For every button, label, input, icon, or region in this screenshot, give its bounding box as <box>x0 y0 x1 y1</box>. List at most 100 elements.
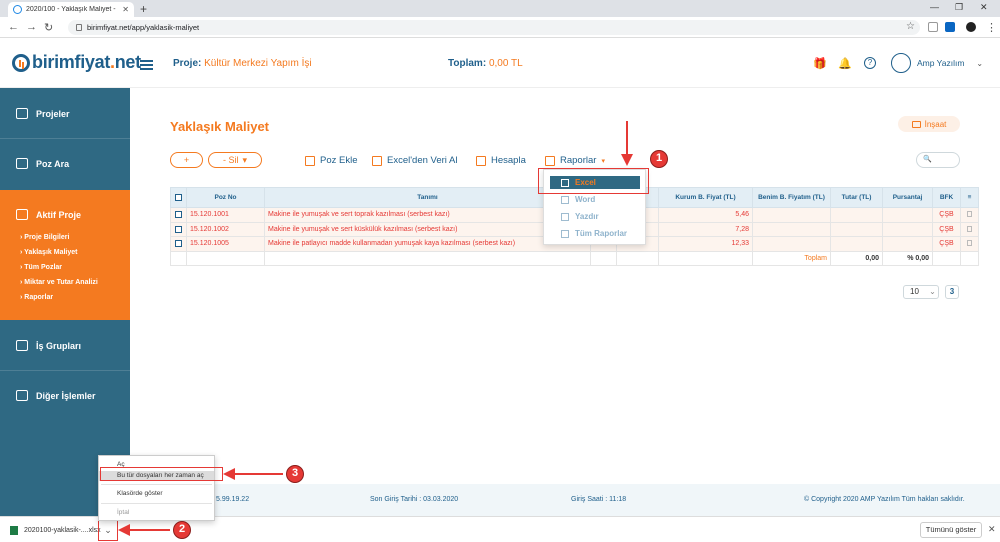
window-close-button[interactable]: ✕ <box>980 2 988 13</box>
poz-no-cell[interactable]: 15.120.1002 <box>186 221 265 237</box>
add-doc-icon <box>305 155 315 166</box>
column-menu-icon[interactable]: ≡ <box>960 187 979 208</box>
excel-import-label: Excel'den Veri Al <box>387 155 458 166</box>
divider <box>101 484 212 485</box>
divider <box>0 370 130 371</box>
poz-no-cell[interactable]: 15.120.1001 <box>186 207 265 223</box>
browser-menu-icon[interactable]: ⋮ <box>986 21 997 34</box>
delete-row-icon[interactable] <box>967 211 972 218</box>
extension-icon[interactable] <box>928 22 938 32</box>
header-tutar[interactable]: Tutar (TL) <box>830 187 883 208</box>
tanim-cell: Makine ile yumuşak ve sert toprak kazılm… <box>264 207 591 223</box>
forward-button[interactable]: → <box>26 21 37 33</box>
report-word-item[interactable]: Word <box>550 193 640 206</box>
minimize-button[interactable]: — <box>930 2 939 12</box>
download-bar-close-icon[interactable]: ✕ <box>988 524 996 535</box>
pursantaj-cell <box>882 207 933 223</box>
linkedin-extension-icon[interactable] <box>945 22 955 32</box>
ctx-show-in-folder[interactable]: Klasörde göster <box>99 489 214 499</box>
url-input[interactable]: birimfiyat.net/app/yaklasik-maliyet <box>68 20 920 35</box>
delete-row-icon[interactable] <box>967 225 972 232</box>
report-all-item[interactable]: Tüm Raporlar <box>550 227 640 240</box>
bookmark-star-icon[interactable]: ☆ <box>906 21 915 32</box>
help-icon[interactable]: ? <box>864 57 876 69</box>
header-pursantaj[interactable]: Pursantaj <box>882 187 933 208</box>
sidebar-sub-yaklasik-maliyet[interactable]: › Yaklaşık Maliyet <box>20 249 77 256</box>
sidebar-sub-proje-bilgileri[interactable]: › Proje Bilgileri <box>20 234 69 241</box>
tab-title: 2020/100 - Yaklaşık Maliyet - BF... <box>26 6 118 13</box>
login-time-text: Giriş Saati : 11:18 <box>571 496 627 503</box>
caret-down-icon: ▾ <box>601 157 605 165</box>
edit-icon <box>16 209 28 220</box>
project-info: Proje: Kültür Merkezi Yapım İşi <box>173 58 312 69</box>
header-bfk[interactable]: BFK <box>932 187 961 208</box>
tab-close-icon[interactable]: ✕ <box>122 5 129 14</box>
header-poz-no[interactable]: Poz No <box>186 187 265 208</box>
show-all-button[interactable]: Tümünü göster <box>920 522 982 538</box>
gift-icon[interactable]: 🎁 <box>813 57 827 70</box>
calculator-icon <box>476 155 486 166</box>
row-checkbox[interactable] <box>175 225 182 233</box>
select-all-header[interactable] <box>170 187 187 208</box>
bfk-cell[interactable]: ÇŞB <box>932 221 961 237</box>
add-button[interactable]: + <box>170 152 203 168</box>
user-name: Amp Yazılım <box>917 58 965 68</box>
sidebar-sub-miktar-tutar[interactable]: › Miktar ve Tutar Analizi <box>20 279 98 286</box>
download-item[interactable]: 2020100-yaklasik-....xlsx <box>10 526 101 535</box>
copyright-text: © Copyright 2020 AMP Yazılım Tüm hakları… <box>804 496 965 503</box>
birimfiyat-logo[interactable]: birimfiyat.net <box>12 52 141 73</box>
annotation-badge-2: 2 <box>173 521 191 539</box>
header-benim-fiyat[interactable]: Benim B. Fiyatım (TL) <box>752 187 831 208</box>
raporlar-button[interactable]: Raporlar ▾ <box>545 155 605 166</box>
sidebar-sub-tum-pozlar[interactable]: › Tüm Pozlar <box>20 264 62 271</box>
user-menu[interactable]: Amp Yazılım ⌄ <box>891 53 983 73</box>
ctx-cancel[interactable]: İptal <box>99 508 214 518</box>
checkbox[interactable] <box>175 193 182 201</box>
sidebar-sub-raporlar[interactable]: › Raporlar <box>20 294 53 301</box>
profile-avatar-icon[interactable] <box>966 22 976 32</box>
hamburger-menu-icon[interactable] <box>140 60 153 72</box>
page-title: Yaklaşık Maliyet <box>170 119 270 134</box>
download-options-button[interactable]: ⌄ <box>98 519 118 541</box>
maximize-button[interactable]: ❐ <box>955 2 963 13</box>
benim-fiyat-cell[interactable] <box>752 207 831 223</box>
report-print-item[interactable]: Yazdır <box>550 210 640 223</box>
total-label: Toplam <box>752 250 831 266</box>
page-number-button[interactable]: 3 <box>945 285 959 299</box>
avatar <box>891 53 911 73</box>
excel-import-button[interactable]: Excel'den Veri Al <box>372 155 457 166</box>
page-size-select[interactable]: 10 ⌄ <box>903 285 939 299</box>
delete-row-icon[interactable] <box>967 240 972 247</box>
back-button[interactable]: ← <box>8 21 19 33</box>
page-size-value: 10 <box>910 287 919 296</box>
bfk-cell[interactable]: ÇŞB <box>932 207 961 223</box>
word-icon <box>561 195 569 204</box>
category-label: İnşaat <box>924 119 947 129</box>
category-badge[interactable]: İnşaat <box>898 116 960 132</box>
reload-button[interactable]: ↻ <box>44 21 53 34</box>
sidebar-item-label: Diğer İşlemler <box>36 390 96 401</box>
poz-no-cell[interactable]: 15.120.1005 <box>186 236 265 252</box>
benim-fiyat-cell[interactable] <box>752 236 831 252</box>
delete-button[interactable]: - Sil ▾ <box>208 152 262 168</box>
bell-icon[interactable]: 🔔 <box>838 57 852 70</box>
header-kurum-fiyat[interactable]: Kurum B. Fiyat (TL) <box>658 187 753 208</box>
search-input[interactable]: 🔍 <box>916 152 960 168</box>
browser-tab[interactable]: 2020/100 - Yaklaşık Maliyet - BF... ✕ <box>8 2 134 17</box>
divider <box>0 138 130 139</box>
new-tab-button[interactable]: + <box>140 2 147 16</box>
total-percent: % 0,00 <box>882 250 933 266</box>
bfk-cell[interactable]: ÇŞB <box>932 236 961 252</box>
row-checkbox[interactable] <box>175 240 182 248</box>
sidebar-item-diger-islemler[interactable]: Diğer İşlemler <box>0 390 130 401</box>
benim-fiyat-cell[interactable] <box>752 221 831 237</box>
sidebar-item-is-gruplari[interactable]: İş Grupları <box>0 340 130 351</box>
hesapla-button[interactable]: Hesapla <box>476 155 526 166</box>
poz-ekle-button[interactable]: Poz Ekle <box>305 155 358 166</box>
sidebar-item-poz-ara[interactable]: Poz Ara <box>0 158 130 169</box>
sidebar-item-projeler[interactable]: Projeler <box>0 108 130 119</box>
annotation-badge-1: 1 <box>650 150 668 168</box>
logo-text: birimfiyat <box>32 52 111 72</box>
sidebar-item-aktif-proje[interactable]: Aktif Proje <box>0 209 130 220</box>
row-checkbox[interactable] <box>175 211 182 219</box>
